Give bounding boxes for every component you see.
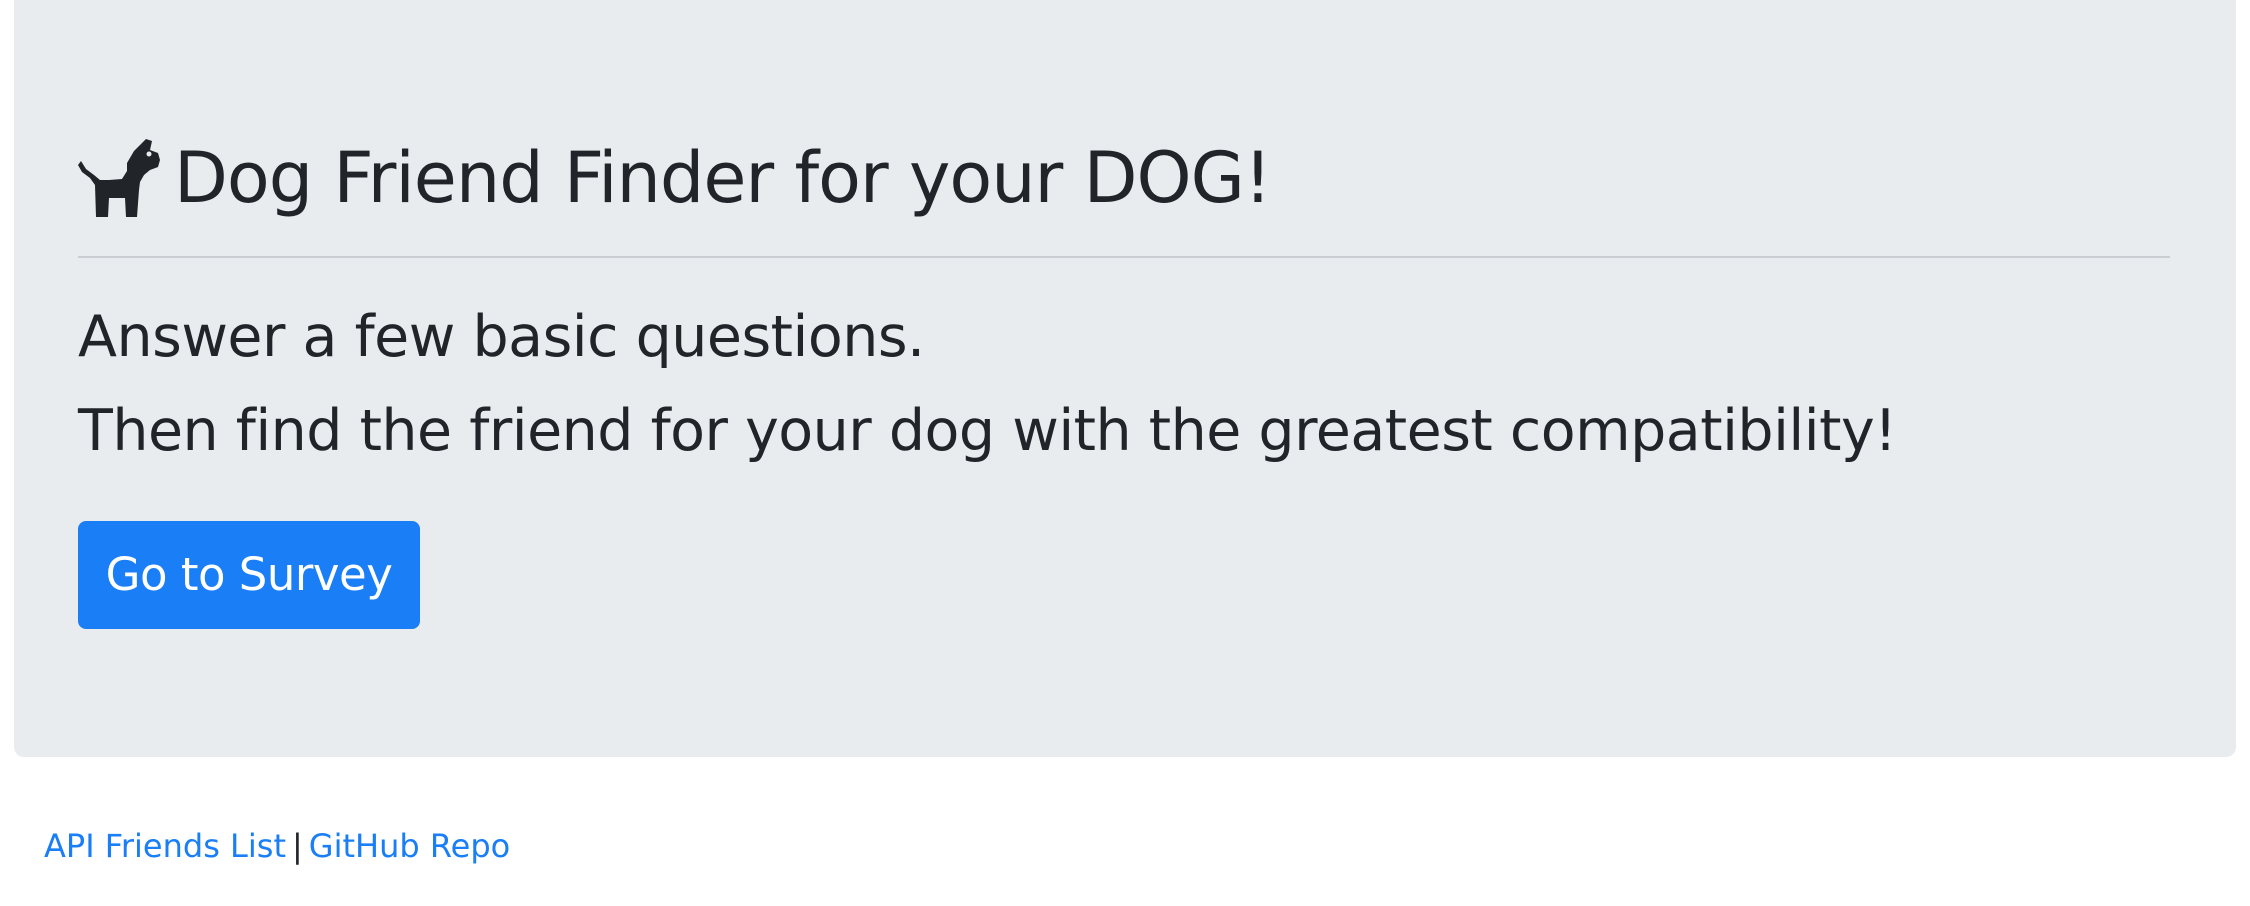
footer-links: API Friends List | GitHub Repo bbox=[44, 822, 510, 870]
hero-line-1: Answer a few basic questions. bbox=[78, 304, 925, 370]
page-title-text: Dog Friend Finder for your DOG! bbox=[174, 137, 1272, 219]
dog-icon bbox=[78, 139, 160, 217]
api-friends-list-link[interactable]: API Friends List bbox=[44, 827, 286, 865]
github-repo-link[interactable]: GitHub Repo bbox=[309, 827, 510, 865]
page-title: Dog Friend Finder for your DOG! bbox=[78, 128, 1272, 228]
hero-line-2: Then find the friend for your dog with t… bbox=[78, 398, 1897, 464]
page: Dog Friend Finder for your DOG! Answer a… bbox=[0, 0, 2250, 906]
footer-separator: | bbox=[291, 827, 303, 865]
hero-divider bbox=[78, 256, 2170, 258]
hero-description: Answer a few basic questions. Then find … bbox=[78, 290, 2198, 478]
hero-panel: Dog Friend Finder for your DOG! Answer a… bbox=[14, 0, 2236, 757]
go-to-survey-button[interactable]: Go to Survey bbox=[78, 521, 420, 629]
